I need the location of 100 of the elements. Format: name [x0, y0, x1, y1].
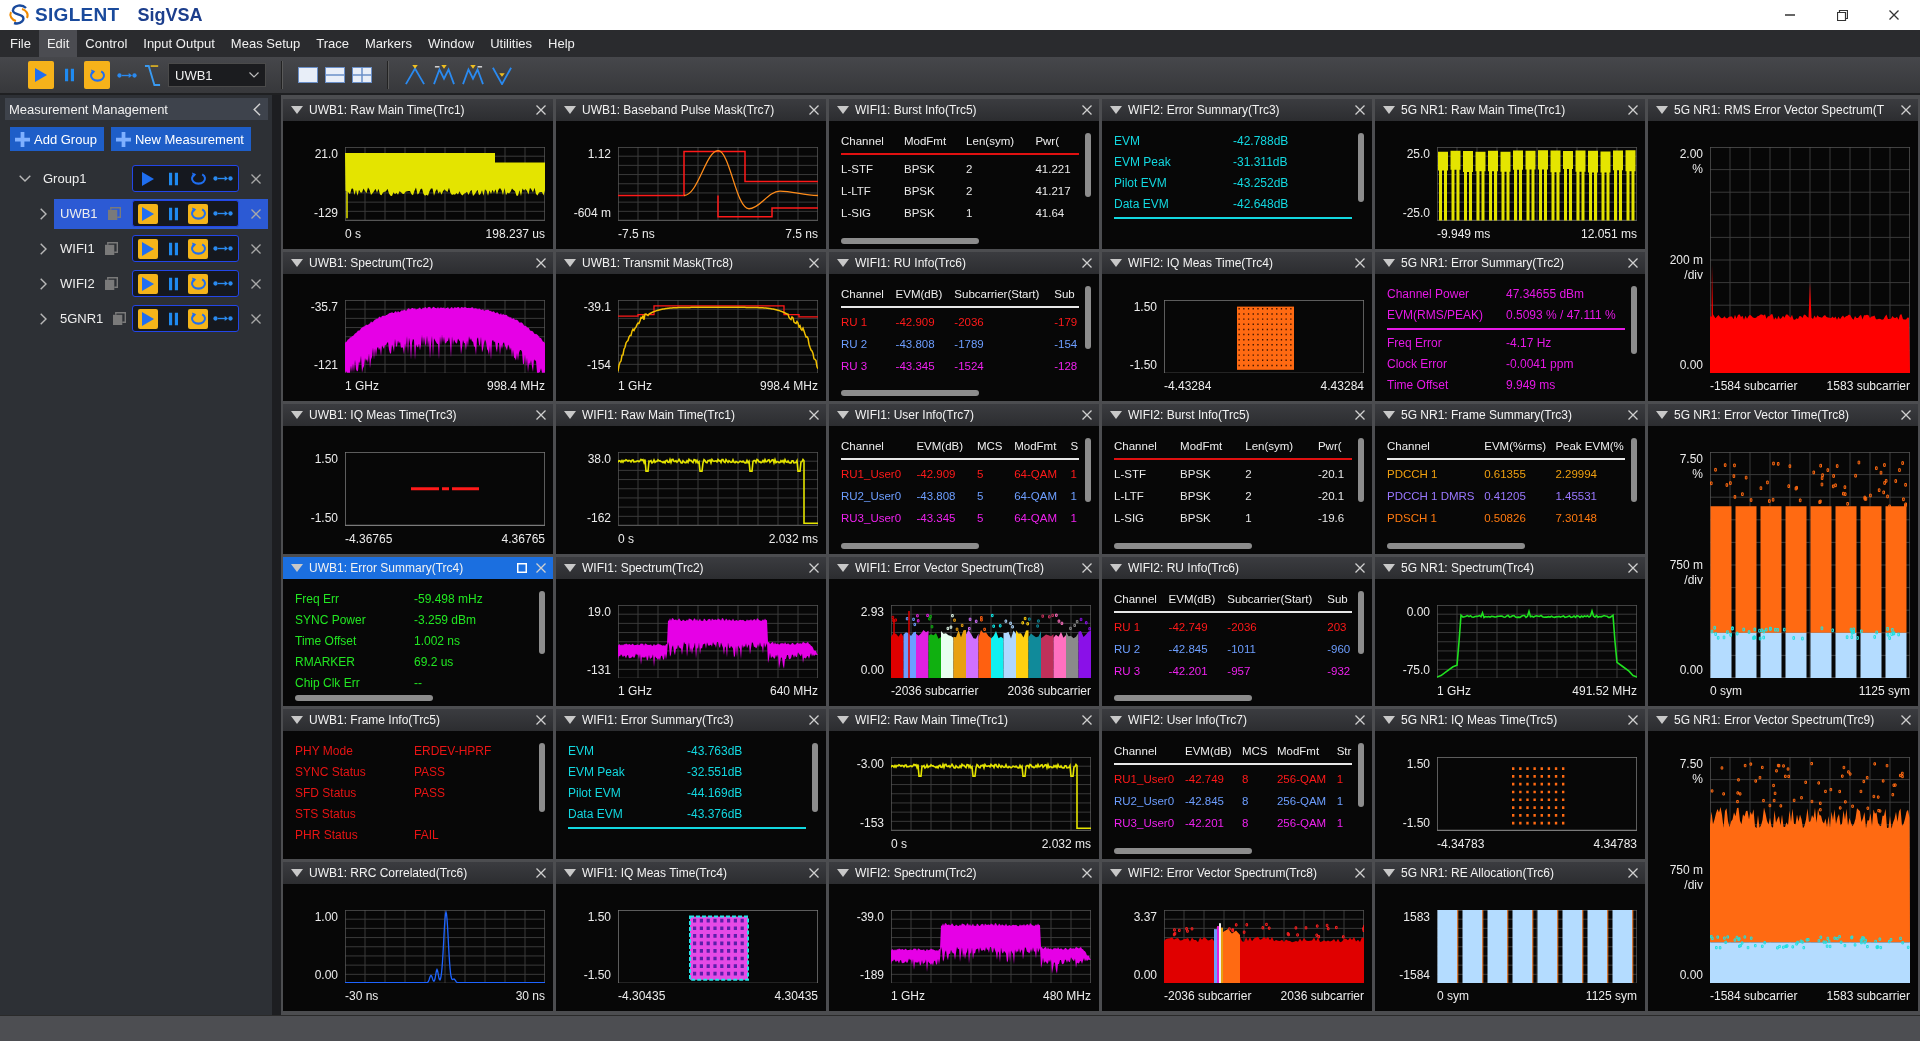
tree-item[interactable]: UWB1	[54, 198, 268, 229]
horizontal-scrollbar[interactable]	[841, 390, 980, 396]
measurement-select[interactable]: UWB1	[168, 63, 266, 87]
tree-item[interactable]: WIFI2	[54, 268, 268, 299]
caret-down-icon[interactable]	[291, 411, 303, 419]
menu-item[interactable]: Help	[540, 30, 583, 57]
peak-right-marker-icon[interactable]	[462, 65, 484, 85]
chevron-right-icon[interactable]	[40, 242, 47, 255]
dots-arrow-icon[interactable]	[117, 71, 137, 79]
vertical-scrollbar[interactable]	[812, 743, 818, 812]
caret-down-icon[interactable]	[1110, 106, 1122, 114]
caret-down-icon[interactable]	[1110, 411, 1122, 419]
caret-down-icon[interactable]	[1383, 411, 1395, 419]
vertical-scrollbar[interactable]	[1085, 438, 1091, 502]
menu-item[interactable]: Utilities	[482, 30, 541, 57]
chevron-right-icon[interactable]	[40, 312, 47, 325]
menu-item[interactable]: Meas Setup	[222, 30, 309, 57]
add-button[interactable]: New Measurement	[110, 127, 251, 151]
close-icon[interactable]	[1889, 10, 1899, 20]
dots-arrow-icon[interactable]	[213, 280, 233, 287]
trigger-icon[interactable]	[144, 63, 161, 87]
menu-item[interactable]: Control	[77, 30, 136, 57]
caret-down-icon[interactable]	[564, 563, 576, 572]
vertical-scrollbar[interactable]	[1358, 743, 1364, 807]
tree-item[interactable]: Group1	[37, 163, 268, 194]
caret-down-icon[interactable]	[837, 716, 849, 724]
menu-item[interactable]: Edit	[38, 30, 78, 57]
add-button[interactable]: Add Group	[10, 127, 104, 151]
vertical-scrollbar[interactable]	[1358, 438, 1364, 502]
vertical-scrollbar[interactable]	[1358, 133, 1364, 202]
horizontal-scrollbar[interactable]	[1114, 542, 1253, 549]
horizontal-scrollbar[interactable]	[1387, 542, 1526, 549]
loop-button[interactable]	[188, 238, 208, 259]
caret-down-icon[interactable]	[837, 563, 849, 572]
caret-down-icon[interactable]	[1656, 411, 1668, 419]
caret-down-icon[interactable]	[1110, 716, 1122, 724]
caret-down-icon[interactable]	[1383, 868, 1395, 877]
menu-item[interactable]: Trace	[308, 30, 357, 57]
close-icon[interactable]	[251, 278, 261, 289]
caret-down-icon[interactable]	[1383, 716, 1395, 724]
play-button[interactable]	[138, 203, 158, 224]
horizontal-scrollbar[interactable]	[1114, 847, 1253, 854]
caret-down-icon[interactable]	[1656, 716, 1668, 724]
vertical-scrollbar[interactable]	[1085, 285, 1091, 350]
peak-left-marker-icon[interactable]	[433, 65, 455, 85]
split-layout-icon[interactable]	[325, 67, 345, 83]
maximize-icon[interactable]	[517, 562, 527, 573]
caret-down-icon[interactable]	[564, 716, 576, 724]
horizontal-scrollbar[interactable]	[295, 695, 434, 701]
menu-item[interactable]: File	[2, 30, 39, 57]
peak-marker-icon[interactable]	[404, 65, 426, 85]
minimum-marker-icon[interactable]	[491, 65, 513, 85]
close-icon[interactable]	[251, 173, 261, 184]
chevron-right-icon[interactable]	[40, 207, 47, 220]
dots-arrow-icon[interactable]	[213, 315, 233, 322]
chevron-left-icon[interactable]	[253, 102, 261, 116]
grid-layout-icon[interactable]	[352, 67, 372, 83]
copy-icon[interactable]	[113, 312, 127, 325]
caret-down-icon[interactable]	[1383, 258, 1395, 267]
vertical-scrollbar[interactable]	[539, 743, 545, 812]
loop-button[interactable]	[188, 203, 208, 224]
restore-icon[interactable]	[1836, 9, 1848, 21]
horizontal-scrollbar[interactable]	[1114, 695, 1253, 701]
caret-down-icon[interactable]	[564, 411, 576, 419]
caret-down-icon[interactable]	[837, 106, 849, 114]
vertical-scrollbar[interactable]	[1085, 133, 1091, 197]
vertical-scrollbar[interactable]	[1631, 438, 1637, 502]
dots-arrow-icon[interactable]	[213, 210, 233, 217]
caret-down-icon[interactable]	[564, 106, 576, 114]
tree-item[interactable]: 5GNR1	[54, 303, 268, 334]
play-button[interactable]	[138, 308, 158, 329]
caret-down-icon[interactable]	[1383, 106, 1395, 114]
caret-down-icon[interactable]	[1383, 563, 1395, 572]
chevron-down-icon[interactable]	[19, 175, 31, 182]
loop-button[interactable]	[188, 273, 208, 294]
caret-down-icon[interactable]	[1110, 258, 1122, 267]
caret-down-icon[interactable]	[291, 716, 303, 724]
caret-down-icon[interactable]	[291, 258, 303, 267]
menu-item[interactable]: Markers	[356, 30, 420, 57]
caret-down-icon[interactable]	[564, 868, 576, 877]
play-button[interactable]	[138, 238, 158, 259]
menu-item[interactable]: Input Output	[135, 30, 223, 57]
horizontal-scrollbar[interactable]	[841, 237, 980, 244]
caret-down-icon[interactable]	[291, 106, 303, 114]
dots-arrow-icon[interactable]	[213, 245, 233, 252]
caret-down-icon[interactable]	[837, 411, 849, 419]
caret-down-icon[interactable]	[1110, 868, 1122, 877]
caret-down-icon[interactable]	[291, 868, 303, 877]
dots-arrow-icon[interactable]	[213, 175, 233, 182]
close-icon[interactable]	[251, 313, 261, 324]
play-button[interactable]	[138, 273, 158, 294]
loop-button[interactable]	[188, 308, 208, 329]
copy-icon[interactable]	[104, 242, 118, 255]
close-icon[interactable]	[251, 243, 261, 254]
caret-down-icon[interactable]	[1656, 106, 1668, 114]
chevron-right-icon[interactable]	[40, 277, 47, 290]
caret-down-icon[interactable]	[837, 868, 849, 877]
caret-down-icon[interactable]	[564, 258, 576, 267]
vertical-scrollbar[interactable]	[1358, 590, 1364, 655]
tree-item[interactable]: WIFI1	[54, 233, 268, 264]
